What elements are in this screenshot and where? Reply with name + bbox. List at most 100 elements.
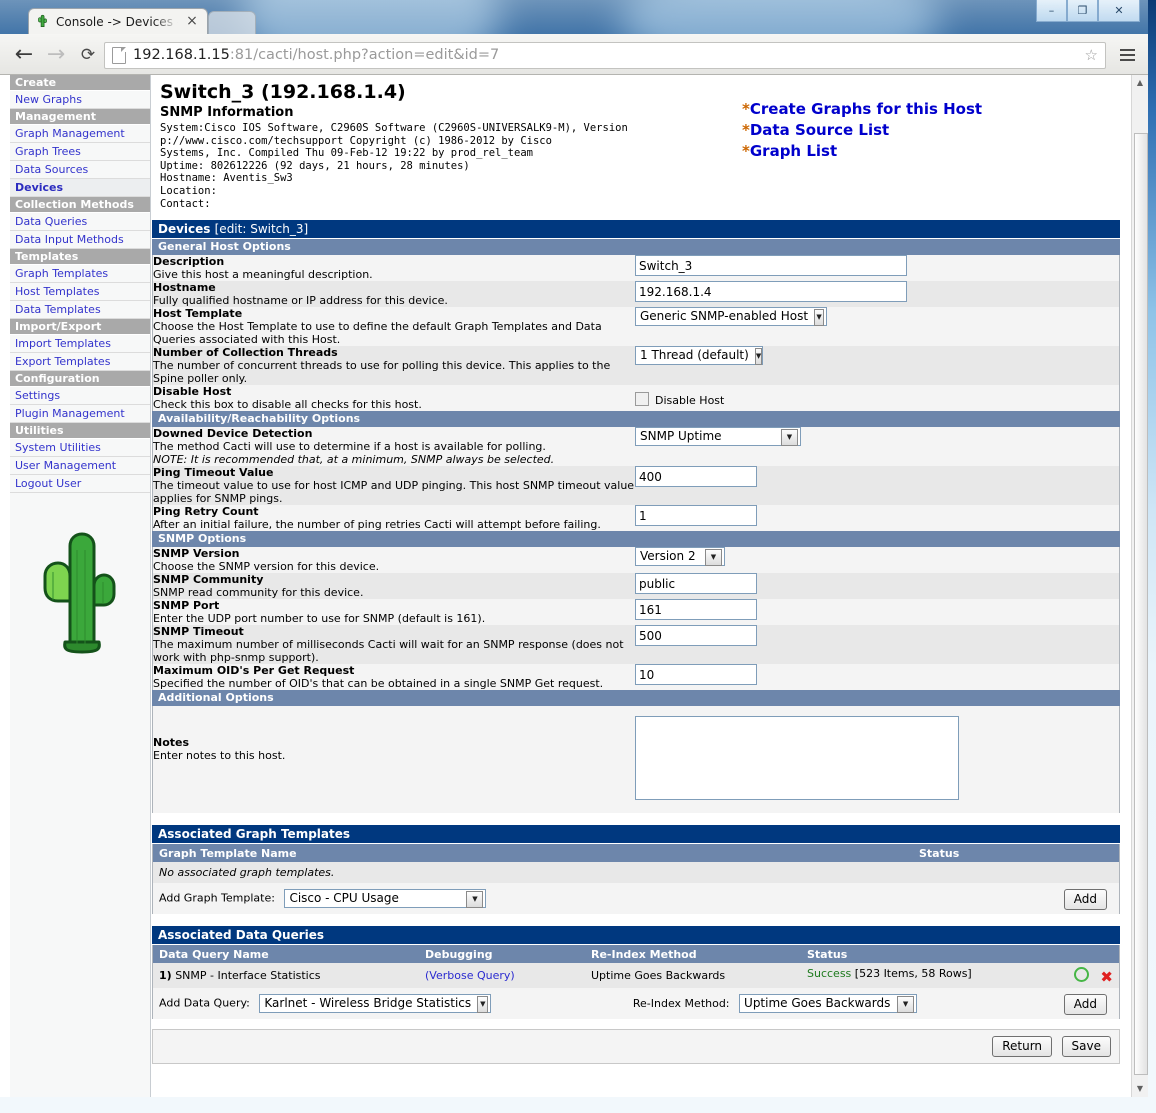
sidebar-item-devices[interactable]: Devices xyxy=(10,179,150,197)
hostname-input[interactable] xyxy=(635,281,907,303)
add-graph-template-button[interactable]: Add xyxy=(1063,889,1107,911)
chevron-down-icon: ▼ xyxy=(897,995,915,1013)
description-input[interactable] xyxy=(635,255,907,277)
sidebar-item-data-input-methods[interactable]: Data Input Methods xyxy=(10,231,150,249)
sidebar-item-export-templates[interactable]: Export Templates xyxy=(10,353,150,371)
hostname-desc: Fully qualified hostname or IP address f… xyxy=(153,294,448,308)
ping-retry-input[interactable] xyxy=(635,505,757,527)
sidebar-item-import-templates[interactable]: Import Templates xyxy=(10,335,150,353)
scrollbar-thumb[interactable] xyxy=(1134,133,1148,1075)
address-bar[interactable]: 192.168.1.15:81/cacti/host.php?action=ed… xyxy=(104,42,1106,69)
sidebar-item-plugin-management[interactable]: Plugin Management xyxy=(10,405,150,423)
sidebar-item-data-templates[interactable]: Data Templates xyxy=(10,301,150,319)
max-oids-label: Maximum OID's Per Get Request xyxy=(153,664,355,678)
sidebar-item-settings[interactable]: Settings xyxy=(10,387,150,405)
ping-timeout-input[interactable] xyxy=(635,466,757,488)
downed-device-select[interactable]: SNMP Uptime ▼ xyxy=(635,427,801,447)
data-source-list-link[interactable]: *Data Source List xyxy=(742,120,1112,141)
add-data-query-button[interactable]: Add xyxy=(1063,994,1107,1016)
graph-templates-empty-row: No associated graph templates. xyxy=(153,862,1119,884)
reindex-method-select[interactable]: Uptime Goes Backwards ▼ xyxy=(739,994,918,1014)
graph-list-label: Graph List xyxy=(749,142,838,160)
graph-templates-header-row: Graph Template Name Status xyxy=(153,844,1119,863)
data-query-name-cell: 1) SNMP - Interface Statistics xyxy=(153,963,419,989)
snmp-port-desc: Enter the UDP port number to use for SNM… xyxy=(153,612,486,626)
reindex-method-label: Re-Index Method: xyxy=(632,996,730,1010)
collection-threads-label: Number of Collection Threads xyxy=(153,346,338,360)
notes-label: Notes xyxy=(153,736,190,750)
delete-icon[interactable]: ✖ xyxy=(1100,970,1113,985)
sidebar-item-graph-trees[interactable]: Graph Trees xyxy=(10,143,150,161)
form-row-host-template: Host Template Choose the Host Template t… xyxy=(153,307,1119,347)
forward-icon[interactable]: → xyxy=(44,43,68,67)
reload-icon[interactable]: ⟳ xyxy=(76,43,100,67)
graph-list-link[interactable]: *Graph List xyxy=(742,141,1112,162)
bullet-icon: * xyxy=(742,100,750,118)
bookmark-star-icon[interactable]: ☆ xyxy=(1085,47,1098,64)
sidebar-item-new-graphs[interactable]: New Graphs xyxy=(10,91,150,109)
snmp-version-select[interactable]: Version 2 ▼ xyxy=(635,547,725,567)
snmp-community-input[interactable] xyxy=(635,573,757,595)
add-data-query-select[interactable]: Karlnet - Wireless Bridge Statistics ▼ xyxy=(259,994,492,1014)
sidebar-navigation: Create New Graphs Management Graph Manag… xyxy=(10,75,151,1097)
ping-timeout-desc: The timeout value to use for host ICMP a… xyxy=(153,479,635,506)
minimize-button[interactable]: – xyxy=(1036,0,1067,22)
devices-bar-title: Devices xyxy=(158,222,211,237)
verbose-query-link[interactable]: (Verbose Query) xyxy=(425,969,515,982)
browser-menu-icon[interactable] xyxy=(1114,42,1140,67)
form-row-ping-retry: Ping Retry Count After an initial failur… xyxy=(153,505,1119,532)
disable-host-label: Disable Host xyxy=(153,385,232,399)
create-graphs-link[interactable]: *Create Graphs for this Host xyxy=(742,99,1112,120)
ping-timeout-label: Ping Timeout Value xyxy=(153,466,274,480)
data-query-name-header: Data Query Name xyxy=(153,945,419,964)
data-query-index: 1) xyxy=(159,969,172,983)
graph-template-name-header: Graph Template Name xyxy=(153,844,913,863)
availability-options-bar: Availability/Reachability Options xyxy=(152,411,1120,428)
scroll-down-icon[interactable]: ▼ xyxy=(1132,1081,1148,1097)
reload-icon[interactable] xyxy=(1073,967,1089,983)
snmp-timeout-input[interactable] xyxy=(635,625,757,647)
chevron-down-icon: ▼ xyxy=(477,995,489,1013)
return-button[interactable]: Return xyxy=(992,1036,1053,1058)
bullet-icon: * xyxy=(742,121,750,139)
tab-close-icon[interactable]: × xyxy=(185,13,199,29)
additional-options-bar: Additional Options xyxy=(152,690,1120,707)
host-template-value: Generic SNMP-enabled Host xyxy=(640,309,809,324)
browser-tab[interactable]: Console -> Devices -> (Ed × xyxy=(28,8,208,35)
notes-textarea[interactable] xyxy=(635,716,959,801)
sidebar-item-data-queries[interactable]: Data Queries xyxy=(10,213,150,231)
collection-threads-select[interactable]: 1 Thread (default) ▼ xyxy=(635,346,763,366)
cacti-page: Create New Graphs Management Graph Manag… xyxy=(0,75,1131,1097)
sidebar-group-management: Management Graph Management Graph Trees … xyxy=(10,109,150,197)
chevron-down-icon: ▼ xyxy=(705,548,722,566)
sidebar-item-graph-management[interactable]: Graph Management xyxy=(10,125,150,143)
snmp-port-input[interactable] xyxy=(635,599,757,621)
page-scrollbar[interactable]: ▲ ▼ xyxy=(1131,75,1148,1097)
table-row: 1) SNMP - Interface Statistics (Verbose … xyxy=(153,963,1119,989)
maximize-button[interactable]: ❐ xyxy=(1067,0,1098,22)
add-graph-template-select[interactable]: Cisco - CPU Usage ▼ xyxy=(284,889,487,909)
sidebar-item-host-templates[interactable]: Host Templates xyxy=(10,283,150,301)
sidebar-item-logout-user[interactable]: Logout User xyxy=(10,475,150,493)
devices-bar-subtitle: [edit: Switch_3] xyxy=(214,222,309,237)
scroll-up-icon[interactable]: ▲ xyxy=(1132,75,1148,91)
associated-data-queries-block: Data Query Name Debugging Re-Index Metho… xyxy=(152,945,1120,1020)
sidebar-group-collection-methods: Collection Methods Data Queries Data Inp… xyxy=(10,197,150,249)
form-row-description: Description Give this host a meaningful … xyxy=(153,255,1119,282)
sidebar-item-graph-templates[interactable]: Graph Templates xyxy=(10,265,150,283)
save-button[interactable]: Save xyxy=(1061,1036,1111,1058)
sidebar-item-user-management[interactable]: User Management xyxy=(10,457,150,475)
close-window-button[interactable]: ✕ xyxy=(1098,0,1140,22)
form-row-disable-host: Disable Host Check this box to disable a… xyxy=(153,385,1119,412)
associated-graph-templates-bar: Associated Graph Templates xyxy=(152,825,1120,845)
snmp-community-label: SNMP Community xyxy=(153,573,264,587)
max-oids-input[interactable] xyxy=(635,664,757,686)
sidebar-item-system-utilities[interactable]: System Utilities xyxy=(10,439,150,457)
snmp-community-desc: SNMP read community for this device. xyxy=(153,586,364,600)
back-icon[interactable]: ← xyxy=(12,43,36,67)
sidebar-item-data-sources[interactable]: Data Sources xyxy=(10,161,150,179)
host-template-select[interactable]: Generic SNMP-enabled Host ▼ xyxy=(635,307,827,327)
create-graphs-label: Create Graphs for this Host xyxy=(749,100,983,118)
new-tab-button[interactable] xyxy=(208,11,256,35)
disable-host-checkbox[interactable] xyxy=(635,392,649,407)
